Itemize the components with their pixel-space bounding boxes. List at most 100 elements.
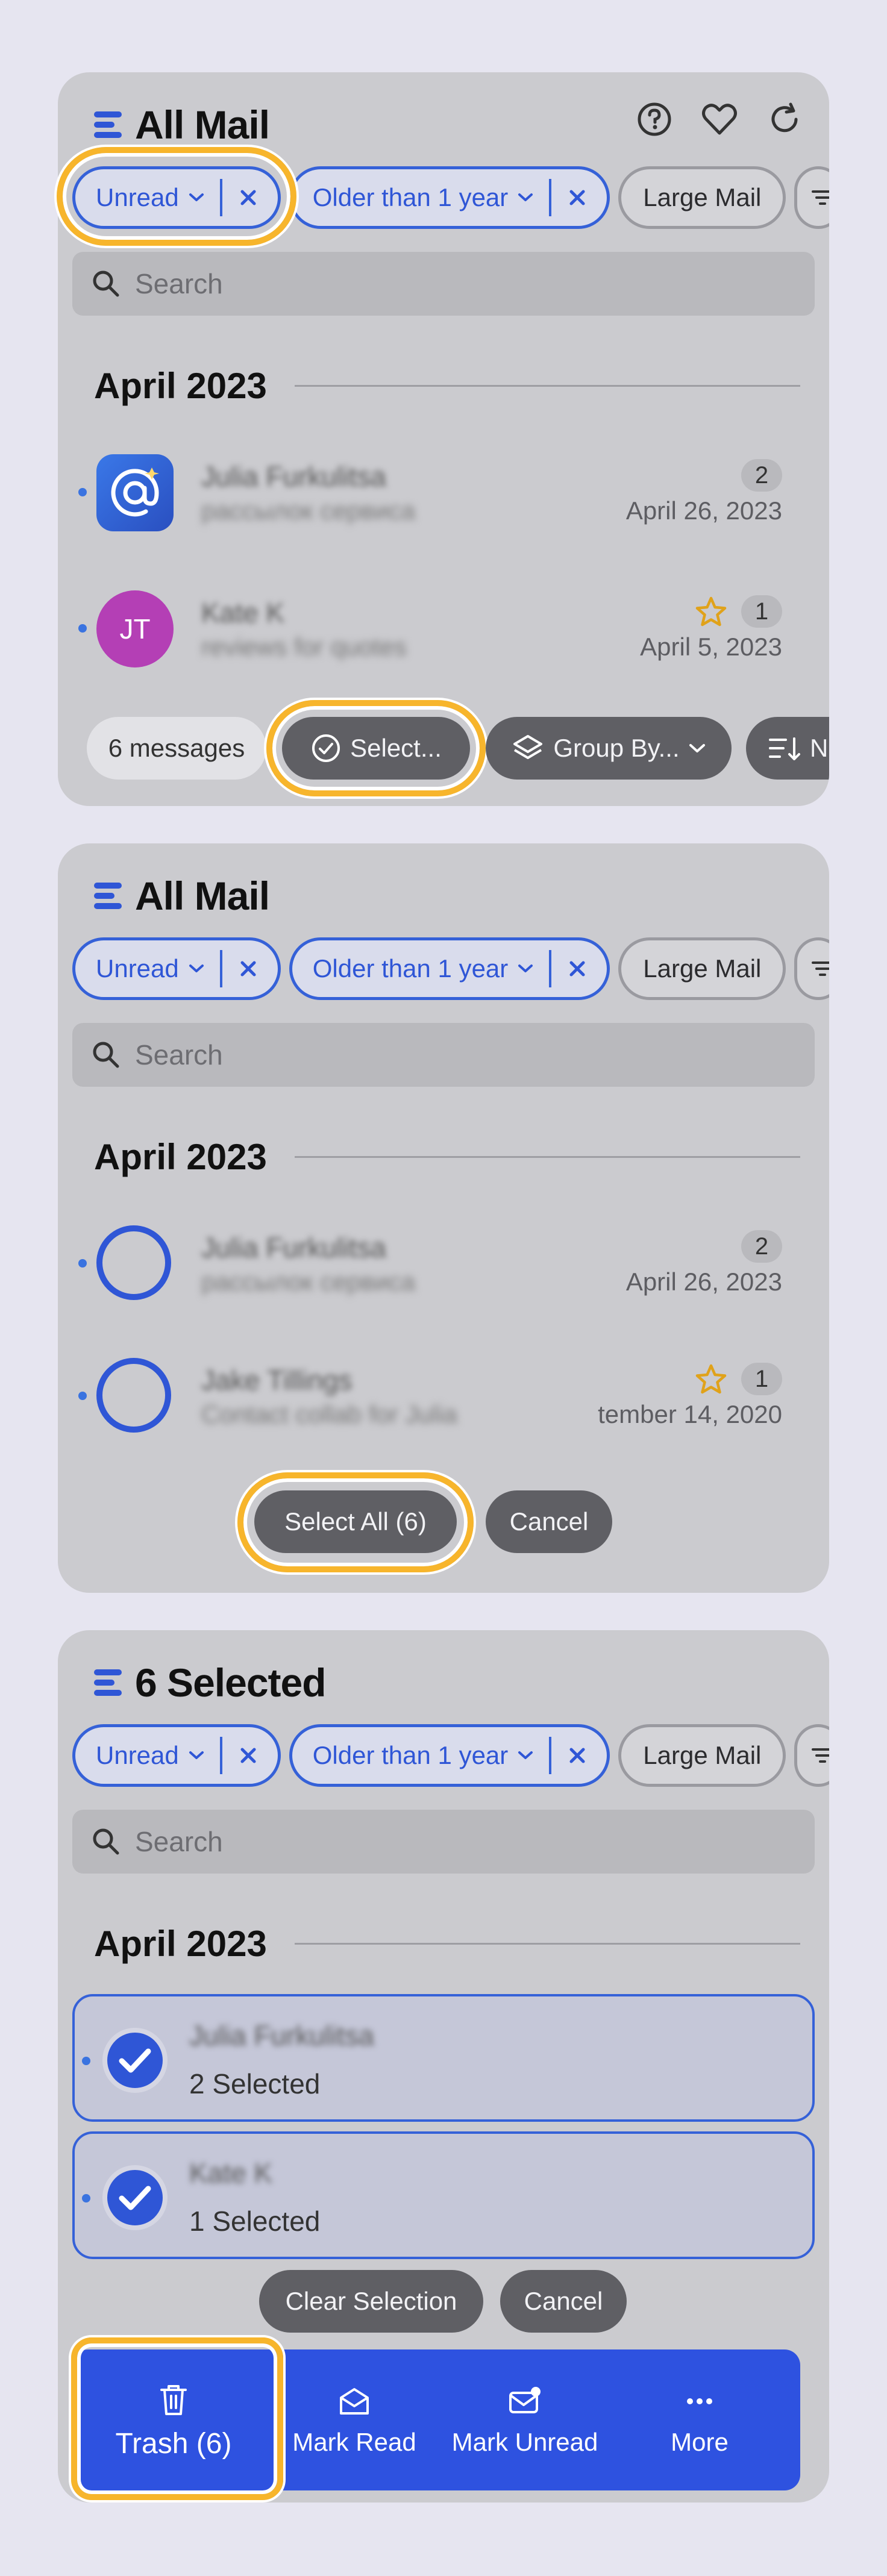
selected-thread[interactable]: Kate K 1 Selected [72,2131,815,2259]
search-placeholder: Search [135,268,223,299]
group-by-button[interactable]: Group By... [486,717,732,780]
list-item[interactable]: Jake Tillings Contact collab for Julia 1… [72,1357,800,1447]
more-filters-button[interactable] [794,1724,829,1787]
unread-dot [78,1392,87,1400]
page-title: 6 Selected [135,1660,327,1705]
search-icon [93,1828,119,1855]
filter-large-mail[interactable]: Large Mail [618,166,786,229]
search-input[interactable]: Search [72,1023,815,1087]
close-icon[interactable] [239,960,257,978]
menu-icon[interactable] [94,1667,124,1698]
avatar [96,454,174,531]
select-button[interactable]: Select... [282,717,470,780]
sender-name: Kate K [201,597,285,628]
more-button[interactable]: More [612,2349,787,2490]
filter-older-than-1-year[interactable]: Older than 1 year [289,937,610,1000]
filter-older-label: Older than 1 year [312,1741,509,1769]
selected-thread[interactable]: Julia Furkulitsa 2 Selected [72,1994,815,2122]
section-label: April 2023 [94,1136,267,1177]
more-filters-button[interactable] [794,937,829,1000]
message-snippet: рассылок сервиса [201,1268,416,1296]
search-placeholder: Search [135,1826,223,1857]
star-icon[interactable] [694,1363,728,1396]
message-date: April 26, 2023 [625,496,782,525]
select-circle[interactable] [96,1358,171,1433]
mark-unread-button[interactable]: Mark Unread [437,2349,612,2490]
more-filters-button[interactable] [794,166,829,229]
header: All Mail [94,98,270,152]
section-header: April 2023 [94,1133,800,1181]
search-placeholder: Search [135,1039,223,1071]
message-snippet: рассылок сервиса [201,496,416,525]
menu-icon[interactable] [94,880,124,911]
select-circle[interactable] [96,1225,171,1300]
filter-older-than-1-year[interactable]: Older than 1 year [289,166,610,229]
mark-read-button[interactable]: Mark Read [271,2349,437,2490]
list-item[interactable]: JT Kate K reviews for quotes 1 April 5, … [72,589,800,680]
envelope-open-icon [340,2388,369,2415]
layers-icon [513,735,543,759]
checkmark-icon[interactable] [102,2028,168,2093]
filter-unread[interactable]: Unread [72,937,281,1000]
unread-dot [78,488,87,496]
sender-name: Julia Furkulitsa [201,1232,386,1263]
thread-count: 2 [741,459,782,492]
refresh-icon[interactable] [764,99,805,140]
ellipsis-icon [687,2398,712,2404]
help-icon[interactable] [634,99,675,140]
section-header: April 2023 [94,361,800,410]
filter-unread-label: Unread [96,954,179,983]
close-icon[interactable] [568,189,586,207]
filter-icon [812,961,829,976]
more-label: More [671,2428,729,2456]
highlight-ring [57,147,296,246]
selected-count: 1 Selected [189,2206,321,2237]
message-date: April 26, 2023 [625,1268,782,1296]
mark-unread-label: Mark Unread [451,2428,598,2456]
unread-dot [78,624,87,633]
filter-icon [812,1748,829,1763]
avatar: JT [96,590,174,667]
chevron-down-icon [518,1751,533,1759]
filter-large-mail[interactable]: Large Mail [618,937,786,1000]
sort-icon [769,737,800,760]
divider [294,1942,800,1945]
list-item[interactable]: Julia Furkulitsa рассылок сервиса 2 Apri… [72,1224,800,1315]
checkmark-icon[interactable] [102,2165,168,2230]
filter-unread[interactable]: Unread [72,1724,281,1787]
clear-selection-button[interactable]: Clear Selection [259,2270,483,2333]
menu-icon[interactable] [94,109,124,140]
message-count-button[interactable]: 6 messages [87,717,266,780]
section-label: April 2023 [94,1923,267,1964]
thread-count: 1 [741,1363,782,1395]
unread-dot [82,2194,90,2202]
filter-older-than-1-year[interactable]: Older than 1 year [289,1724,610,1787]
search-input[interactable]: Search [72,252,815,316]
close-icon[interactable] [239,1746,257,1765]
message-snippet: reviews for quotes [201,633,407,661]
cancel-button[interactable]: Cancel [500,2270,627,2333]
filter-large-mail[interactable]: Large Mail [618,1724,786,1787]
sender-name: Jake Tillings [201,1365,353,1396]
list-item[interactable]: Julia Furkulitsa рассылок сервиса 2 Apri… [72,453,800,543]
thread-count: 1 [741,595,782,628]
highlight-ring [71,2337,283,2500]
search-input[interactable]: Search [72,1810,815,1874]
select-all-button[interactable]: Select All (6) [254,1490,457,1553]
cancel-button[interactable]: Cancel [486,1490,612,1553]
page-title: All Mail [135,874,270,918]
selected-count: 2 Selected [189,2068,321,2099]
unread-dot [78,1259,87,1268]
close-icon[interactable] [568,960,586,978]
heart-icon[interactable] [699,99,740,140]
close-icon[interactable] [568,1746,586,1765]
sort-label: N [810,734,829,762]
at-sign-icon [111,467,159,517]
section-header: April 2023 [94,1919,800,1968]
star-icon[interactable] [694,595,728,629]
filter-large-label: Large Mail [643,1741,762,1769]
sort-button[interactable]: N [746,717,829,780]
header-actions [634,99,805,140]
thread-count: 2 [741,1230,782,1263]
header: All Mail [94,869,270,923]
